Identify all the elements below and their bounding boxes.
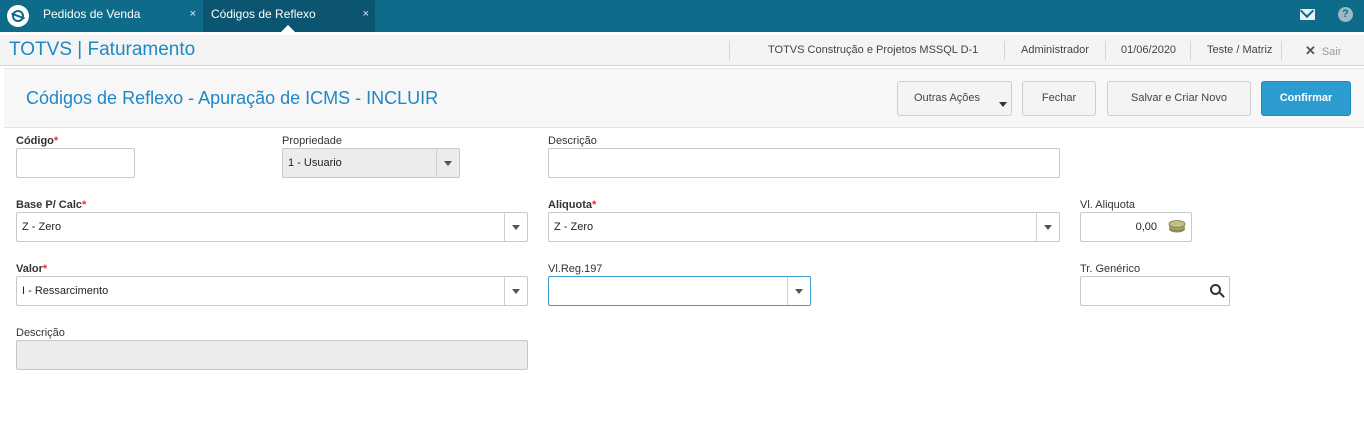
required-mark: * — [53, 135, 59, 147]
base-calc-select[interactable]: Z - Zero — [16, 212, 528, 242]
base-calc-value: Z - Zero — [22, 221, 62, 233]
valor-select[interactable]: I - Ressarcimento — [16, 276, 528, 306]
totvs-logo-icon[interactable] — [7, 5, 29, 27]
save-and-new-button[interactable]: Salvar e Criar Novo — [1107, 81, 1251, 116]
vl-reg-label: Vl.Reg.197 — [548, 263, 603, 275]
logout-button[interactable]: ✕ Sair — [1305, 43, 1341, 59]
chevron-down-icon[interactable] — [504, 213, 527, 241]
header-divider — [1105, 41, 1106, 60]
money-icon[interactable] — [1168, 220, 1186, 233]
page-title: Códigos de Reflexo - Apuração de ICMS - … — [26, 88, 439, 108]
active-tab-pointer-icon — [281, 25, 295, 32]
tab-pedidos-de-venda[interactable]: Pedidos de Venda [02.9.0005] × — [35, 0, 202, 49]
search-icon[interactable] — [1210, 284, 1221, 295]
mail-icon[interactable] — [1300, 9, 1315, 20]
other-actions-label: Outras Ações — [914, 92, 981, 104]
caret-down-icon — [999, 102, 1007, 107]
propriedade-label: Propriedade — [282, 135, 342, 147]
aliquota-label: Aliquota* — [548, 199, 596, 211]
vl-aliquota-input[interactable]: 0,00 — [1080, 212, 1192, 242]
codigo-label: Código* — [16, 135, 58, 147]
close-tab-icon[interactable]: × — [190, 0, 196, 28]
chevron-down-icon[interactable] — [1036, 213, 1059, 241]
tr-generico-label: Tr. Genérico — [1080, 263, 1141, 275]
help-icon[interactable]: ? — [1338, 7, 1353, 22]
company-label: TOTVS Construção e Projetos MSSQL D-1 — [768, 44, 979, 56]
valor-label: Valor* — [16, 263, 47, 275]
header-divider — [729, 41, 730, 60]
vl-aliquota-label: Vl. Aliquota — [1080, 199, 1136, 211]
descricao2-label: Descrição — [16, 327, 65, 339]
branch-label: Teste / Matriz — [1207, 44, 1273, 56]
required-mark: * — [82, 199, 87, 211]
date-label: 01/06/2020 — [1121, 44, 1177, 56]
aliquota-value: Z - Zero — [554, 221, 594, 233]
header-divider — [1004, 41, 1005, 60]
close-icon: ✕ — [1305, 43, 1316, 58]
descricao-input[interactable] — [548, 148, 1060, 178]
codigo-label-text: Código — [16, 135, 54, 147]
close-tab-icon[interactable]: × — [363, 0, 369, 28]
tr-generico-input[interactable] — [1080, 276, 1230, 306]
app-header: TOTVS | Faturamento TOTVS Construção e P… — [0, 35, 1364, 66]
descricao2-input — [16, 340, 528, 370]
confirm-button[interactable]: Confirmar — [1261, 81, 1351, 116]
tab-codigos-de-reflexo[interactable]: Códigos de Reflexo [02.9.0005] × — [203, 0, 375, 49]
codigo-input[interactable] — [16, 148, 135, 178]
top-tab-bar: Pedidos de Venda [02.9.0005] × Códigos d… — [0, 0, 1364, 49]
base-calc-label-text: Base P/ Calc — [16, 199, 83, 211]
page-header: Códigos de Reflexo - Apuração de ICMS - … — [4, 68, 1364, 128]
header-divider — [1281, 41, 1282, 60]
propriedade-select[interactable]: 1 - Usuario — [282, 148, 460, 178]
valor-value: I - Ressarcimento — [22, 285, 109, 297]
aliquota-label-text: Aliquota — [548, 199, 592, 211]
user-label: Administrador — [1021, 44, 1089, 56]
logout-label: Sair — [1321, 46, 1342, 58]
vl-reg-select[interactable] — [548, 276, 811, 306]
propriedade-value: 1 - Usuario — [288, 157, 342, 169]
vl-aliquota-value: 0,00 — [1135, 221, 1157, 233]
valor-label-text: Valor — [16, 263, 43, 275]
header-divider — [1190, 41, 1191, 60]
chevron-down-icon[interactable] — [436, 149, 459, 177]
descricao-label: Descrição — [548, 135, 597, 147]
other-actions-button[interactable]: Outras Ações — [897, 81, 1012, 116]
close-button[interactable]: Fechar — [1022, 81, 1096, 116]
aliquota-select[interactable]: Z - Zero — [548, 212, 1060, 242]
chevron-down-icon[interactable] — [504, 277, 527, 305]
app-title: TOTVS | Faturamento — [9, 39, 196, 60]
base-calc-label: Base P/ Calc* — [16, 199, 86, 211]
required-mark: * — [592, 199, 597, 211]
required-mark: * — [42, 263, 48, 275]
chevron-down-icon[interactable] — [787, 277, 810, 305]
